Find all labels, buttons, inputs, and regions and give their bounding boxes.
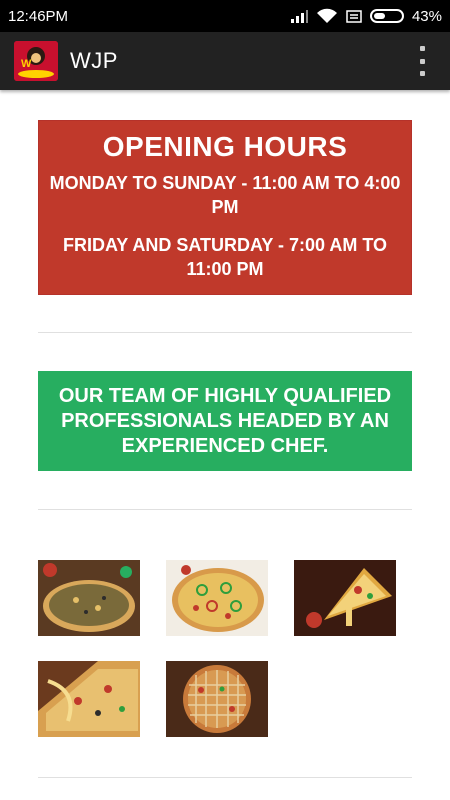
pizza-photo-2[interactable] bbox=[166, 560, 268, 636]
opening-hours-title: OPENING HOURS bbox=[102, 131, 348, 162]
overflow-menu-icon[interactable] bbox=[416, 46, 428, 76]
status-time: 12:46PM bbox=[8, 7, 69, 25]
battery-percent: 43% bbox=[411, 7, 442, 25]
pizza-photo-1[interactable] bbox=[38, 560, 140, 636]
svg-text:W: W bbox=[21, 58, 32, 70]
divider bbox=[38, 332, 412, 333]
signal-icon bbox=[290, 10, 308, 23]
app-title: WJP bbox=[70, 48, 118, 73]
battery-icon bbox=[369, 9, 404, 23]
divider bbox=[38, 777, 412, 778]
status-icons: 43% bbox=[290, 8, 442, 25]
pizza-photo-4[interactable] bbox=[38, 661, 140, 737]
sim-icon bbox=[346, 10, 362, 23]
app-logo[interactable]: W bbox=[14, 41, 58, 81]
app-bar: W WJP bbox=[0, 32, 450, 90]
wifi-icon bbox=[316, 8, 337, 23]
status-bar: 12:46PM 43% bbox=[0, 0, 450, 32]
opening-hours-card: OPENING HOURS MONDAY TO SUNDAY - 11:00 A… bbox=[38, 120, 412, 295]
hours-weekday: MONDAY TO SUNDAY - 11:00 AM TO 4:00 PM bbox=[49, 173, 401, 217]
pizza-photo-3[interactable] bbox=[294, 560, 396, 636]
hours-weekend: FRIDAY AND SATURDAY - 7:00 AM TO 11:00 P… bbox=[62, 235, 388, 279]
team-card: OUR TEAM OF HIGHLY QUALIFIED PROFESSIONA… bbox=[38, 371, 412, 471]
team-text: OUR TEAM OF HIGHLY QUALIFIED PROFESSIONA… bbox=[58, 384, 392, 457]
divider bbox=[38, 509, 412, 510]
pizza-photo-5[interactable] bbox=[166, 661, 268, 737]
